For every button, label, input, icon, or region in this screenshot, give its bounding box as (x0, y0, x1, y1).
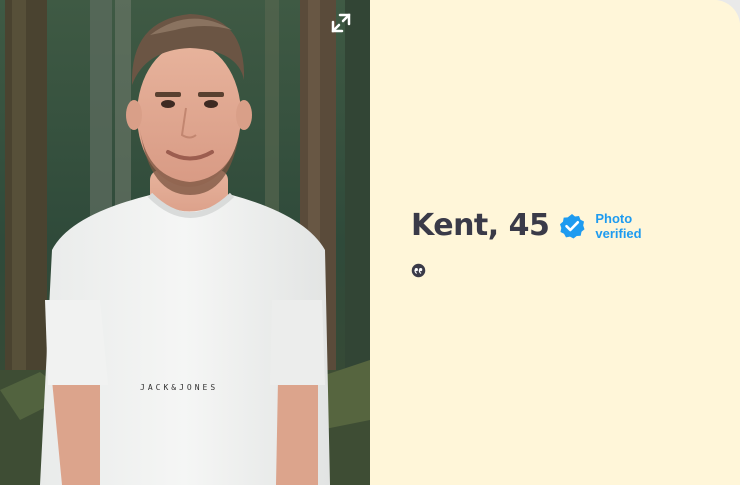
profile-name-age: Kent, 45 (411, 208, 550, 243)
expand-icon (331, 13, 351, 33)
profile-info-panel: Kent, 45 Photo verified (370, 0, 740, 485)
profile-photo-image: JACK&JONES (0, 0, 370, 485)
tshirt-print: JACK&JONES (140, 383, 218, 392)
profile-card: JACK&JONES Kent, 45 Photo verified (0, 0, 740, 485)
profile-photo[interactable]: JACK&JONES (0, 0, 370, 485)
photo-verified-badge[interactable]: Photo verified (559, 211, 642, 241)
photo-verified-label: Photo verified (595, 211, 641, 241)
profile-header: Kent, 45 Photo verified (411, 208, 642, 243)
quote-icon (411, 263, 426, 278)
photo-verified-line1: Photo (595, 210, 633, 226)
photo-verified-line2: verified (595, 225, 642, 241)
verified-check-icon (560, 213, 585, 238)
expand-photo-button[interactable] (330, 12, 352, 34)
